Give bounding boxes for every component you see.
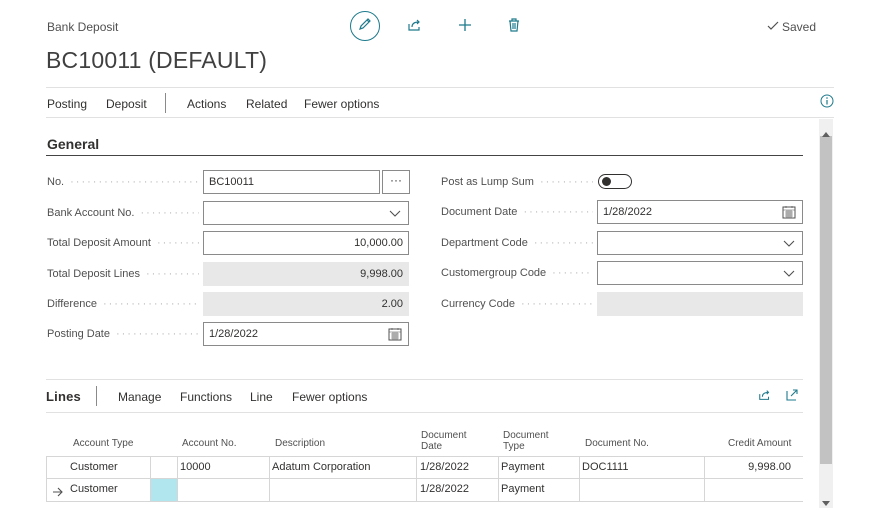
chevron-down-icon: [782, 266, 796, 280]
breadcrumb: Bank Deposit: [47, 20, 119, 34]
posting-date-label: Posting Date····························: [47, 328, 199, 340]
share-button[interactable]: [406, 18, 424, 36]
cell-account-no[interactable]: 10000: [176, 457, 211, 479]
table-row-current[interactable]: Customer 1/28/2022 Payment: [46, 478, 803, 502]
no-field[interactable]: BC10011: [203, 170, 380, 194]
cell-description[interactable]: [268, 479, 272, 501]
trash-icon: [507, 17, 521, 38]
action-menu-bar: Posting Deposit Actions Related Fewer op…: [46, 87, 834, 118]
calendar-icon[interactable]: [388, 327, 402, 341]
section-divider: [46, 155, 803, 156]
cell-credit-amount[interactable]: 9,998.00: [705, 457, 795, 479]
lines-section-title: Lines: [46, 389, 81, 404]
menu-divider: [165, 93, 166, 113]
top-action-bar: [350, 11, 540, 43]
new-button[interactable]: [456, 18, 474, 36]
toggle-knob: [602, 177, 611, 186]
cell-credit-amount[interactable]: [705, 479, 795, 501]
checkmark-icon: [767, 20, 779, 34]
save-status-label: Saved: [782, 20, 817, 34]
posting-date-field[interactable]: 1/28/2022: [203, 322, 409, 346]
cell-document-type[interactable]: Payment: [497, 479, 544, 501]
col-account-type[interactable]: Account Type: [73, 438, 133, 449]
no-label: No.··························: [47, 176, 199, 188]
lines-menu-fewer-options[interactable]: Fewer options: [292, 390, 367, 404]
menu-deposit[interactable]: Deposit: [106, 97, 147, 111]
expand-icon[interactable]: [785, 388, 799, 407]
customergroup-code-label: Customergroup Code·····················: [441, 267, 593, 279]
cell-document-date[interactable]: 1/28/2022: [416, 457, 469, 479]
cell-account-type[interactable]: Customer: [66, 479, 118, 501]
lines-menu-functions[interactable]: Functions: [180, 390, 232, 404]
general-section-title: General: [47, 136, 100, 152]
department-code-dropdown[interactable]: [597, 231, 803, 255]
delete-button[interactable]: [505, 17, 523, 38]
menu-posting[interactable]: Posting: [47, 97, 87, 111]
bank-account-no-dropdown[interactable]: [203, 201, 409, 225]
post-as-lump-sum-label: Post as Lump Sum·····················: [441, 176, 593, 188]
cell-account-no[interactable]: [176, 479, 180, 501]
share-icon: [407, 17, 423, 38]
menu-actions[interactable]: Actions: [187, 97, 226, 111]
share-icon[interactable]: [758, 388, 772, 407]
document-date-label: Document Date·························: [441, 206, 593, 218]
post-as-lump-sum-toggle[interactable]: [598, 174, 632, 189]
col-account-no[interactable]: Account No.: [182, 438, 236, 449]
department-code-label: Department Code·······················: [441, 237, 593, 249]
difference-label: Difference·····························: [47, 298, 199, 310]
plus-icon: [457, 17, 473, 38]
table-row[interactable]: Customer 10000 Adatum Corporation 1/28/2…: [46, 456, 803, 479]
menu-fewer-options[interactable]: Fewer options: [304, 97, 379, 111]
cell-document-type[interactable]: Payment: [497, 457, 544, 479]
chevron-down-icon: [782, 236, 796, 250]
lines-menu-divider: [96, 386, 97, 406]
menu-related[interactable]: Related: [246, 97, 287, 111]
col-credit-amount[interactable]: Credit Amount: [728, 438, 791, 449]
difference-value: 2.00: [203, 292, 409, 316]
page-title: BC10011 (DEFAULT): [46, 47, 268, 73]
selected-cell[interactable]: [151, 479, 177, 501]
pencil-icon: [358, 17, 372, 36]
edit-button[interactable]: [350, 11, 380, 41]
lines-menu-line[interactable]: Line: [250, 390, 273, 404]
total-deposit-amount-field[interactable]: 10,000.00: [203, 231, 409, 255]
total-deposit-lines-label: Total Deposit Lines·····················: [47, 268, 199, 280]
currency-code-label: Currency Code··························: [441, 298, 593, 310]
col-document-date[interactable]: Document Date: [421, 430, 467, 452]
total-deposit-amount-label: Total Deposit Amount····················…: [47, 237, 199, 249]
chevron-down-icon: [388, 206, 402, 220]
lines-action-bar: Lines Manage Functions Line Fewer option…: [46, 379, 803, 413]
cell-account-type[interactable]: Customer: [66, 457, 118, 479]
document-date-field[interactable]: 1/28/2022: [597, 200, 803, 224]
info-icon[interactable]: [820, 94, 834, 113]
col-description[interactable]: Description: [275, 438, 325, 449]
cell-document-date[interactable]: 1/28/2022: [416, 479, 469, 501]
total-deposit-lines-value: 9,998.00: [203, 262, 409, 286]
cell-description[interactable]: Adatum Corporation: [268, 457, 370, 479]
save-status: Saved: [767, 20, 816, 34]
currency-code-value: [597, 292, 803, 316]
scrollbar-thumb[interactable]: [820, 136, 832, 464]
cell-document-no[interactable]: DOC1111: [578, 457, 628, 479]
scroll-up-arrow-icon[interactable]: [822, 124, 830, 142]
current-row-arrow-icon: [52, 484, 64, 502]
customergroup-code-dropdown[interactable]: [597, 261, 803, 285]
calendar-icon[interactable]: [782, 205, 796, 219]
col-document-no[interactable]: Document No.: [585, 438, 649, 449]
cell-document-no[interactable]: [578, 479, 582, 501]
no-lookup-button[interactable]: ···: [382, 170, 410, 194]
col-document-type[interactable]: Document Type: [503, 430, 549, 452]
scroll-down-arrow-icon[interactable]: [822, 494, 830, 512]
bank-account-no-label: Bank Account No.························: [47, 207, 199, 219]
lines-menu-manage[interactable]: Manage: [118, 390, 161, 404]
